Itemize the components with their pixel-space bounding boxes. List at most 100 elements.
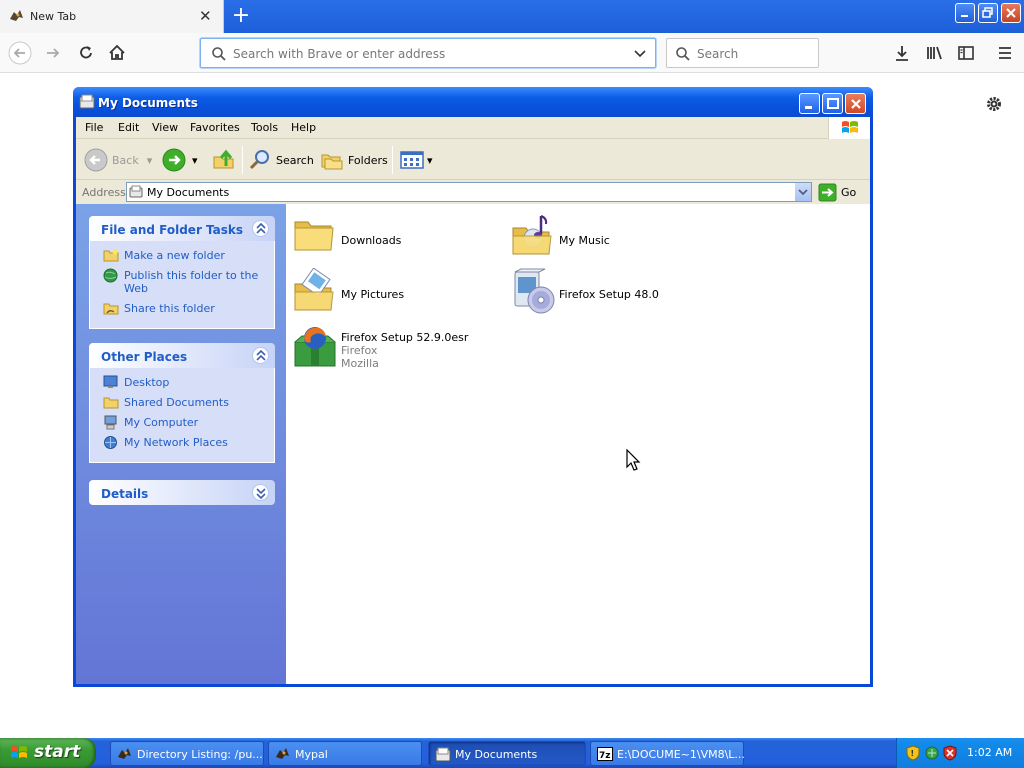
forward-arrow-icon bbox=[162, 148, 186, 172]
other-places-header[interactable]: Other Places bbox=[89, 343, 275, 368]
desktop-link[interactable]: Desktop bbox=[90, 375, 274, 389]
back-arrow-icon[interactable] bbox=[8, 41, 32, 65]
file-folder-tasks-header[interactable]: File and Folder Tasks bbox=[89, 216, 275, 241]
folder-icon bbox=[103, 397, 119, 409]
search-button[interactable]: Search bbox=[248, 148, 314, 172]
menu-favorites[interactable]: Favorites bbox=[190, 121, 240, 134]
forward-arrow-icon[interactable] bbox=[41, 41, 65, 65]
my-documents-icon bbox=[129, 185, 143, 198]
forward-button[interactable]: ▾ bbox=[162, 148, 198, 172]
taskbar-item-directory-listing[interactable]: Directory Listing: /pu... bbox=[110, 741, 264, 766]
collapse-chevron-icon[interactable] bbox=[252, 220, 269, 237]
panel-title: Details bbox=[101, 487, 149, 501]
hamburger-menu-icon[interactable] bbox=[993, 41, 1017, 65]
address-dropdown-button[interactable] bbox=[794, 183, 811, 201]
minimize-icon bbox=[961, 15, 968, 17]
publish-to-web-link[interactable]: Publish this folder to the Web bbox=[90, 268, 274, 295]
search-input[interactable] bbox=[697, 46, 812, 62]
computer-icon bbox=[104, 415, 117, 430]
minimize-button[interactable] bbox=[799, 93, 820, 114]
taskbar-item-7zip[interactable]: 7z E:\DOCUME~1\VM8\L... bbox=[590, 741, 745, 766]
collapse-chevron-icon[interactable] bbox=[252, 347, 269, 364]
download-icon[interactable] bbox=[890, 41, 914, 65]
mypal-favicon-icon bbox=[10, 10, 23, 21]
menu-view[interactable]: View bbox=[152, 121, 178, 134]
maximize-button[interactable] bbox=[822, 93, 843, 114]
menu-help[interactable]: Help bbox=[291, 121, 316, 134]
gear-icon[interactable] bbox=[984, 94, 1004, 114]
network-places-icon bbox=[104, 436, 117, 449]
my-computer-link[interactable]: My Computer bbox=[90, 415, 274, 430]
back-dropdown-icon[interactable]: ▾ bbox=[147, 154, 153, 167]
file-item-my-pictures[interactable]: My Pictures bbox=[293, 268, 503, 318]
explorer-title-bar[interactable]: My Documents bbox=[73, 87, 873, 117]
clock: 1:02 AM bbox=[967, 746, 1013, 759]
panel-title: Other Places bbox=[101, 350, 188, 364]
file-item-firefox-setup-48[interactable]: Firefox Setup 48.0 bbox=[511, 268, 721, 318]
library-icon[interactable] bbox=[922, 41, 946, 65]
globe-icon bbox=[103, 268, 118, 283]
taskbar-item-mypal[interactable]: Mypal bbox=[268, 741, 422, 766]
tab-title: New Tab bbox=[30, 10, 77, 23]
my-documents-icon bbox=[79, 94, 95, 109]
views-button[interactable]: ▾ bbox=[400, 148, 433, 172]
up-folder-button[interactable] bbox=[212, 148, 236, 172]
panel-body: Desktop Shared Documents My Computer My … bbox=[89, 368, 275, 463]
start-button[interactable]: start bbox=[0, 738, 96, 768]
new-tab-button[interactable]: + bbox=[228, 3, 254, 29]
expand-chevron-icon[interactable] bbox=[252, 484, 269, 501]
close-tab-icon[interactable]: ✕ bbox=[199, 7, 212, 25]
home-icon[interactable] bbox=[105, 41, 129, 65]
file-item-my-music[interactable]: My Music bbox=[511, 214, 721, 264]
file-item-downloads[interactable]: Downloads bbox=[293, 214, 503, 264]
forward-dropdown-icon[interactable]: ▾ bbox=[192, 154, 198, 167]
search-bar[interactable] bbox=[666, 38, 819, 68]
folder-icon bbox=[294, 221, 334, 251]
network-status-icon[interactable] bbox=[924, 745, 940, 761]
alert-shield-icon[interactable] bbox=[943, 745, 957, 761]
shared-documents-link[interactable]: Shared Documents bbox=[90, 396, 274, 409]
browser-restore-button[interactable] bbox=[978, 3, 998, 23]
address-bar[interactable] bbox=[200, 38, 656, 68]
browser-minimize-button[interactable] bbox=[955, 3, 975, 23]
file-company: Mozilla bbox=[341, 357, 379, 370]
security-shield-icon[interactable]: ! bbox=[906, 745, 920, 761]
taskbar-item-my-documents[interactable]: My Documents bbox=[428, 741, 586, 766]
make-new-folder-link[interactable]: Make a new folder bbox=[90, 249, 274, 262]
other-places-panel: Other Places Desktop Shared Documents My… bbox=[89, 343, 275, 463]
maximize-icon bbox=[827, 98, 839, 109]
menu-file[interactable]: File bbox=[85, 121, 103, 134]
sidebar-icon[interactable] bbox=[954, 41, 978, 65]
go-arrow-icon bbox=[818, 183, 837, 202]
close-icon bbox=[1006, 8, 1016, 18]
start-label: start bbox=[34, 742, 81, 762]
close-button[interactable] bbox=[845, 93, 866, 114]
file-name: Firefox Setup 52.9.0esr bbox=[341, 331, 469, 344]
back-button[interactable]: Back ▾ bbox=[84, 148, 152, 172]
system-tray: ! 1:02 AM bbox=[896, 738, 1024, 768]
close-icon bbox=[851, 99, 861, 109]
file-item-firefox-setup-52[interactable]: Firefox Setup 52.9.0esr Firefox Mozilla bbox=[293, 324, 503, 380]
address-label: Address bbox=[82, 186, 126, 199]
browser-close-button[interactable] bbox=[1001, 3, 1021, 23]
go-button[interactable]: Go bbox=[818, 183, 856, 202]
menu-edit[interactable]: Edit bbox=[118, 121, 139, 134]
reload-icon[interactable] bbox=[74, 41, 98, 65]
my-network-places-link[interactable]: My Network Places bbox=[90, 436, 274, 449]
menu-tools[interactable]: Tools bbox=[251, 121, 278, 134]
standard-toolbar: Back ▾ ▾ Search Folders ▾ bbox=[76, 140, 870, 180]
address-value: My Documents bbox=[147, 186, 230, 199]
share-folder-link[interactable]: Share this folder bbox=[90, 302, 274, 315]
address-combobox[interactable]: My Documents bbox=[126, 182, 812, 202]
details-header[interactable]: Details bbox=[89, 480, 275, 505]
chevron-down-icon[interactable] bbox=[633, 48, 647, 60]
file-name: My Music bbox=[559, 234, 610, 247]
panel-body: Make a new folder Publish this folder to… bbox=[89, 241, 275, 329]
browser-tab[interactable]: New Tab ✕ bbox=[0, 0, 224, 33]
windows-flag-logo bbox=[828, 117, 870, 139]
folders-button[interactable]: Folders bbox=[320, 148, 388, 172]
url-input[interactable] bbox=[233, 46, 623, 62]
file-name: My Pictures bbox=[341, 288, 405, 301]
views-dropdown-icon[interactable]: ▾ bbox=[427, 154, 433, 167]
toolbar-separator bbox=[392, 146, 393, 174]
